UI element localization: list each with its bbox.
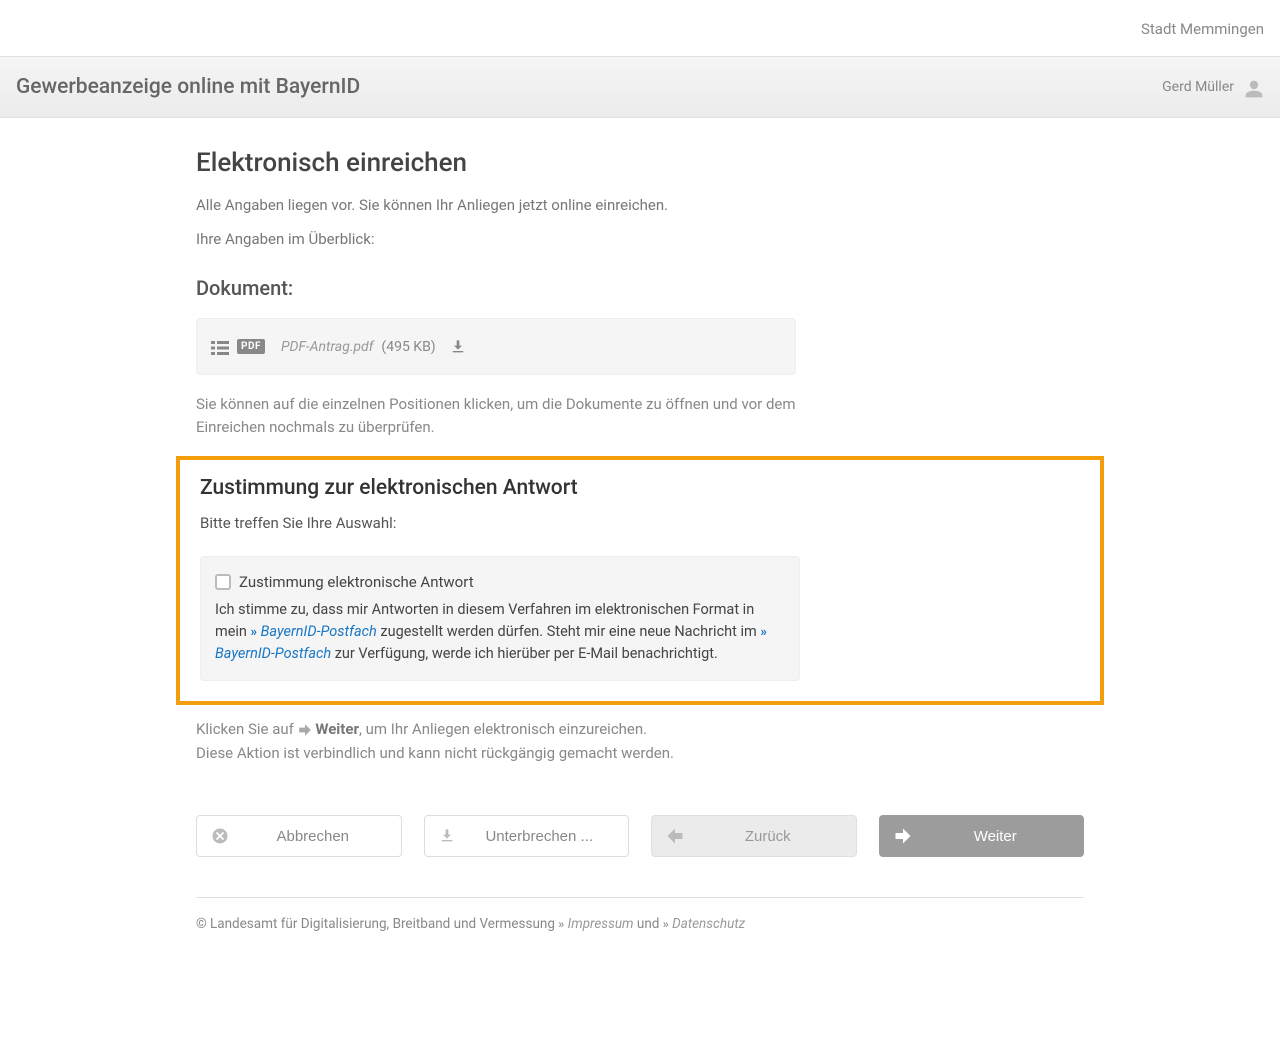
user-name: Gerd Müller	[1162, 79, 1234, 95]
document-size: (495 KB)	[381, 339, 435, 355]
consent-heading: Zustimmung zur elektronischen Antwort	[200, 476, 1080, 500]
next-label: Weiter	[922, 828, 1070, 845]
consent-text: Ich stimme zu, dass mir Antworten in die…	[215, 599, 785, 664]
document-row[interactable]: PDF PDF-Antrag.pdf (495 KB)	[196, 318, 796, 375]
arrow-left-icon	[666, 827, 684, 845]
cancel-label: Abbrechen	[239, 828, 387, 845]
consent-checkbox-label: Zustimmung elektronische Antwort	[239, 573, 474, 591]
chevron-right-icon: »	[663, 917, 667, 931]
subtitle: Alle Angaben liegen vor. Sie können Ihr …	[196, 196, 1084, 214]
footer-divider	[196, 897, 1084, 898]
header-bar: Gewerbeanzeige online mit BayernID Gerd …	[0, 56, 1280, 118]
button-row: Abbrechen Unterbrechen ... Zurück Weiter	[196, 815, 1084, 857]
consent-box: Zustimmung elektronische Antwort Ich sti…	[200, 556, 800, 681]
pause-button[interactable]: Unterbrechen ...	[424, 815, 630, 857]
arrow-right-icon	[298, 720, 316, 738]
cancel-button[interactable]: Abbrechen	[196, 815, 402, 857]
chevron-right-icon: »	[251, 625, 256, 640]
arrow-right-icon	[894, 827, 912, 845]
consent-highlight: Zustimmung zur elektronischen Antwort Bi…	[176, 456, 1104, 705]
chevron-right-icon: »	[558, 917, 562, 931]
save-icon	[439, 827, 455, 845]
consent-prompt: Bitte treffen Sie Ihre Auswahl:	[200, 514, 1080, 532]
submit-hint: Klicken Sie auf Weiter, um Ihr Anliegen …	[196, 717, 1084, 765]
privacy-link[interactable]: Datenschutz	[672, 916, 745, 932]
back-button[interactable]: Zurück	[651, 815, 857, 857]
user-section[interactable]: Gerd Müller	[1162, 75, 1264, 99]
overview-label: Ihre Angaben im Überblick:	[196, 230, 1084, 248]
next-button[interactable]: Weiter	[879, 815, 1085, 857]
download-icon[interactable]	[450, 338, 466, 354]
close-circle-icon	[211, 827, 229, 845]
page-title: Gewerbeanzeige online mit BayernID	[16, 75, 360, 99]
bayernid-postfach-link[interactable]: BayernID-Postfach	[261, 623, 377, 640]
chevron-right-icon: »	[760, 625, 765, 640]
footer: © Landesamt für Digitalisierung, Breitba…	[196, 916, 1084, 932]
pause-label: Unterbrechen ...	[465, 828, 615, 845]
back-label: Zurück	[694, 828, 842, 845]
document-heading: Dokument:	[196, 276, 1084, 300]
bayernid-postfach-link-2[interactable]: BayernID-Postfach	[215, 645, 331, 662]
list-icon	[211, 337, 229, 356]
consent-checkbox[interactable]	[215, 574, 231, 590]
document-hint: Sie können auf die einzelnen Positionen …	[196, 393, 796, 438]
impressum-link[interactable]: Impressum	[568, 916, 634, 932]
city-label: Stadt Memmingen	[1141, 20, 1264, 38]
document-name: PDF-Antrag.pdf	[281, 339, 373, 355]
user-icon	[1244, 75, 1264, 99]
main-heading: Elektronisch einreichen	[196, 148, 1084, 178]
pdf-badge: PDF	[237, 339, 265, 354]
